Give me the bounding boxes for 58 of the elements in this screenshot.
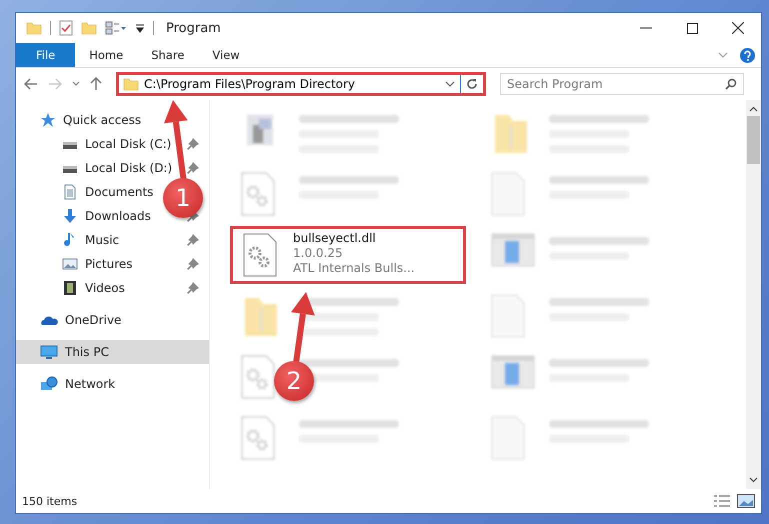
- ribbon-tab[interactable]: Home: [75, 43, 138, 67]
- nav-item[interactable]: Local Disk (C:): [32, 132, 209, 156]
- large-icons-view-icon[interactable]: [737, 494, 755, 508]
- up-arrow-icon[interactable]: [90, 77, 102, 91]
- maximize-icon[interactable]: [686, 22, 698, 34]
- chevron-down-icon[interactable]: [445, 81, 455, 87]
- step-number: 1: [163, 178, 203, 218]
- document-icon: [62, 184, 78, 200]
- ribbon-tab[interactable]: Share: [137, 43, 198, 67]
- recent-dropdown-icon[interactable]: [72, 81, 80, 87]
- ribbon-tab[interactable]: View: [198, 43, 254, 67]
- file-name: bullseyectl.dll: [293, 231, 377, 246]
- nav-item[interactable]: This PC: [16, 340, 209, 364]
- scroll-down-icon[interactable]: [749, 477, 758, 483]
- help-icon[interactable]: [740, 48, 755, 62]
- nav-item[interactable]: OneDrive: [16, 308, 209, 332]
- nav-item[interactable]: Pictures: [32, 252, 209, 276]
- window-title: Program: [166, 20, 221, 36]
- address-path: C:\Program Files\Program Directory: [144, 77, 356, 91]
- address-field[interactable]: C:\Program Files\Program Directory: [116, 72, 486, 96]
- properties-icon[interactable]: [59, 20, 73, 36]
- nav-item[interactable]: Local Disk (D:): [32, 156, 209, 180]
- minimize-icon[interactable]: [640, 27, 652, 29]
- network-icon: [40, 376, 58, 392]
- close-icon[interactable]: [732, 22, 744, 34]
- folder-icon: [123, 76, 139, 92]
- pin-icon[interactable]: [187, 138, 199, 150]
- picture-icon: [62, 256, 78, 272]
- details-view-icon[interactable]: [713, 494, 731, 508]
- monitor-icon: [40, 344, 58, 360]
- customize-dropdown-icon[interactable]: [135, 23, 145, 33]
- item-count: 150 items: [22, 494, 78, 508]
- file-item[interactable]: bullseyectl.dll 1.0.0.25 ATL Internals Bulls...: [230, 226, 466, 284]
- film-icon: [62, 280, 78, 296]
- pin-icon[interactable]: [187, 162, 199, 174]
- layout-icon[interactable]: [105, 21, 127, 35]
- pin-icon[interactable]: [187, 258, 199, 270]
- nav-item[interactable]: Videos: [32, 276, 209, 300]
- search-icon[interactable]: [725, 78, 737, 90]
- file-detail: ATL Internals Bulls...: [293, 261, 415, 276]
- nav-item[interactable]: Music: [32, 228, 209, 252]
- ribbon-tab[interactable]: File: [16, 43, 76, 67]
- download-arrow-icon: [62, 208, 78, 224]
- pin-icon[interactable]: [187, 282, 199, 294]
- step-number: 2: [274, 361, 314, 401]
- scroll-thumb[interactable]: [747, 116, 760, 164]
- refresh-icon[interactable]: [466, 78, 478, 90]
- pin-icon[interactable]: [187, 234, 199, 246]
- gear-file-icon: [243, 233, 277, 277]
- star-icon: [40, 112, 56, 128]
- annotation-arrow: [291, 292, 315, 364]
- nav-item[interactable]: Quick access: [16, 108, 209, 132]
- scroll-up-icon[interactable]: [749, 106, 758, 112]
- nav-item[interactable]: Documents: [32, 180, 156, 204]
- file-detail: 1.0.0.25: [293, 246, 344, 261]
- back-arrow-icon[interactable]: [24, 78, 38, 90]
- nav-item[interactable]: Network: [16, 372, 209, 396]
- search-field[interactable]: Search Program: [500, 73, 744, 95]
